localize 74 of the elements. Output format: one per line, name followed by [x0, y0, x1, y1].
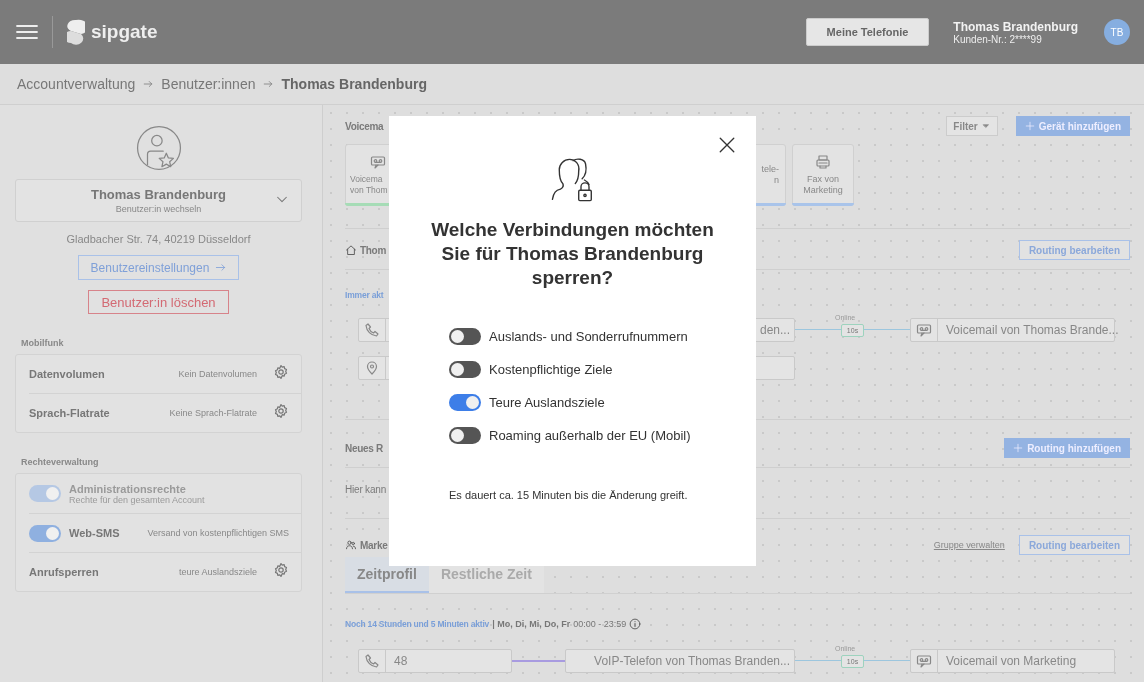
setting-label: Web-SMS: [69, 527, 120, 539]
toggle-switch[interactable]: [449, 394, 481, 411]
breadcrumb-item[interactable]: Benutzer:innen: [161, 76, 256, 92]
device-node: VoIP-Telefon von Thomas Branden...: [565, 649, 795, 673]
plus-icon: [1013, 443, 1024, 453]
brand-name: sipgate: [91, 21, 158, 43]
section-title: Thom: [360, 244, 387, 256]
section-heading: Mobilfunk: [21, 338, 65, 348]
edit-routing-button[interactable]: Routing bearbeiten: [1018, 535, 1130, 555]
customer-number: Kunden-Nr.: 2****99: [953, 33, 1042, 45]
voicemail-icon: [916, 322, 932, 338]
close-button[interactable]: [718, 136, 736, 154]
toggle-switch[interactable]: [449, 427, 481, 444]
active-status: Immer akt: [345, 290, 384, 300]
settings-icon: [273, 403, 289, 419]
setting-description: Rechte für den gesamten Account: [69, 494, 205, 505]
toggle-switch[interactable]: [449, 361, 481, 378]
source-node: 48: [358, 649, 512, 673]
voicemail-icon: [916, 653, 932, 669]
voicemail-icon: [370, 154, 386, 170]
section-title: Neues R: [345, 442, 383, 454]
option-label: Teure Auslandsziele: [489, 395, 605, 410]
setting-description: Versand von kostenpflichtigen SMS: [147, 528, 289, 538]
menu-button[interactable]: [16, 22, 38, 42]
setting-label: Administrationsrechte: [69, 482, 187, 495]
setting-value: Kein Datenvolumen: [178, 369, 257, 379]
delete-user-button[interactable]: Benutzer:in löschen: [88, 290, 229, 314]
logo-icon: [67, 19, 85, 45]
settings-icon: [273, 562, 289, 578]
option-label: Roaming außerhalb der EU (Mobil): [489, 428, 691, 443]
setting-value: Keine Sprach-Flatrate: [169, 408, 257, 418]
address-text: Gladbacher Str. 74, 40219 Düsseldorf: [66, 233, 251, 245]
destination-node: Voicemail von Marketing: [910, 649, 1115, 673]
setting-value: teure Auslandsziele: [178, 567, 257, 577]
breadcrumb-item[interactable]: Accountverwaltung: [17, 76, 136, 92]
edit-routing-button[interactable]: Routing bearbeiten: [1018, 240, 1130, 260]
section-title: Marke: [360, 539, 388, 551]
plus-icon: [1024, 121, 1035, 131]
hint-text: Hier kann: [345, 484, 386, 495]
settings-icon: [273, 364, 289, 380]
breadcrumb-item: Thomas Brandenburg: [281, 76, 427, 92]
setting-label: Anrufsperren: [29, 566, 99, 578]
user-avatar[interactable]: TB: [1104, 19, 1130, 45]
info-icon: [629, 618, 642, 630]
hours-text: 00:00 - 23:59: [573, 619, 627, 629]
arrow-icon: [215, 262, 227, 273]
fax-icon: [815, 154, 831, 170]
option-label: Kostenpflichtige Ziele: [489, 362, 613, 377]
device-card[interactable]: Fax von Marketing: [792, 144, 854, 206]
phone-icon: [364, 322, 380, 338]
setting-label: Datenvolumen: [29, 368, 105, 380]
active-status: Noch 14 Stunden und 5 Minuten aktiv: [345, 619, 490, 629]
location-icon: [364, 360, 380, 376]
phone-icon: [364, 653, 380, 669]
info-note: Es dauert ca. 15 Minuten bis die Änderung greift.: [449, 488, 689, 502]
manage-group-link[interactable]: Gruppe verwalten: [933, 540, 1005, 550]
user-switcher[interactable]: Thomas Brandenburg Benutzer:in wechseln: [15, 179, 302, 222]
arrow-icon: [143, 79, 154, 89]
filter-dropdown[interactable]: Filter: [946, 116, 998, 136]
setting-label: Sprach-Flatrate: [29, 407, 110, 419]
add-device-button[interactable]: Gerät hinzufügen: [1015, 116, 1130, 136]
add-routing-button[interactable]: Routing hinzufügen: [1004, 438, 1130, 458]
toggle-switch[interactable]: [29, 524, 61, 542]
section-title: Voicema: [345, 120, 384, 132]
toggle-switch[interactable]: [449, 328, 481, 345]
days-text: | Mo, Di, Mi, Do, Fr: [492, 619, 571, 629]
user-settings-button[interactable]: Benutzereinstellungen: [77, 255, 240, 280]
section-heading: Rechteverwaltung: [21, 457, 100, 467]
home-icon: [345, 244, 357, 256]
caret-icon: [980, 121, 991, 131]
arrow-icon: [263, 79, 274, 89]
my-telephony-button[interactable]: Meine Telefonie: [805, 18, 930, 46]
user-name: Thomas Brandenburg: [953, 19, 1078, 34]
dialog-title: Welche Verbindungen möchten Sie für Thomas Brandenburg sperren?: [430, 218, 715, 290]
